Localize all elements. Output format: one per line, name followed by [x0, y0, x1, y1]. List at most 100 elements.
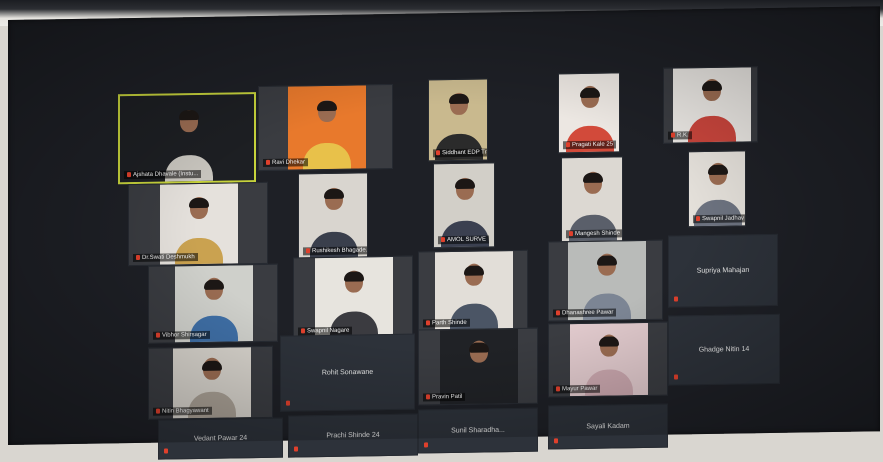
mic-muted-icon — [556, 310, 560, 316]
participant-hair — [701, 81, 722, 92]
participant-name-text: Ravi Dhekar — [272, 159, 306, 166]
participant-name: Dhanashree Pawar — [553, 308, 617, 318]
participant-tile[interactable]: Swapnil Nagare — [293, 255, 413, 340]
participant-tile[interactable]: Prachi Shinde 24 — [288, 413, 418, 458]
participant-hair — [204, 279, 224, 290]
participant-tile[interactable]: Rushikesh Bhagade... — [298, 172, 368, 260]
participant-tile[interactable]: Dr.Swati Deshmukh — [128, 181, 268, 267]
participant-hair — [583, 172, 603, 183]
participant-name-text: Swapnil Nagare — [307, 327, 350, 335]
mic-muted-icon — [674, 296, 678, 302]
participant-hair — [324, 188, 344, 200]
participant-name-text: Pravin Patil — [432, 393, 463, 401]
participant-tile[interactable]: Mayur Pawar — [548, 321, 668, 398]
participant-name: AMOL SURVE — [438, 235, 490, 245]
participant-name-text: Nitin Bhagyawant — [162, 407, 209, 415]
mic-muted-icon — [674, 374, 678, 380]
participant-hair — [599, 336, 619, 347]
participant-name: Sunil Sharadha... — [451, 426, 505, 435]
participant-name-text: Siddhant EDP Trainin... — [442, 149, 488, 157]
mic-muted-icon — [554, 438, 558, 444]
participant-name: Vibhor Shirsagar — [153, 330, 210, 340]
mic-muted-icon — [426, 320, 430, 326]
participant-tile[interactable]: Pravin Patil — [418, 327, 538, 406]
participant-hair — [189, 198, 209, 209]
participant-name: Rohit Sonawane — [321, 368, 374, 377]
mic-muted-icon — [286, 400, 290, 406]
participant-name-text: AMOL SURVE — [447, 236, 487, 244]
participant-tile[interactable]: Vedant Pawar 24 — [158, 417, 283, 460]
participant-tile[interactable]: Vibhor Shirsagar — [148, 263, 278, 344]
mic-muted-icon — [436, 150, 440, 156]
participant-tile[interactable]: Siddhant EDP Trainin... — [428, 78, 488, 162]
participant-name: R.K. — [668, 131, 692, 140]
participant-tile[interactable]: Sunil Sharadha... — [418, 407, 538, 454]
participant-tile[interactable]: R.K. — [663, 66, 758, 144]
participant-name: Nitin Bhagyawant — [153, 406, 212, 416]
participant-tile[interactable]: Parth Shinde — [418, 249, 528, 332]
participant-name: Siddhant EDP Trainin... — [433, 148, 488, 158]
participant-name-text: Rushikesh Bhagade... — [312, 247, 368, 255]
mic-muted-icon — [164, 448, 168, 454]
participant-tile[interactable]: Rohit Sonawane — [280, 333, 415, 412]
participant-name-text: Swapnil Jadhav — [702, 215, 745, 223]
participant-tile[interactable]: Swapnil Jadhav — [688, 150, 746, 228]
participant-hair — [179, 110, 199, 121]
participant-tile[interactable]: Dhanashree Pawar — [548, 239, 663, 322]
participant-video — [287, 85, 366, 170]
participant-hair — [344, 271, 364, 283]
mic-muted-icon — [566, 142, 570, 148]
participant-name: Vedant Pawar 24 — [193, 434, 248, 443]
mic-muted-icon — [156, 408, 160, 414]
participant-tile[interactable]: Ghadge Nitin 14 — [668, 313, 780, 386]
mic-muted-icon — [156, 332, 160, 338]
participant-name: Swapnil Jadhav — [693, 214, 746, 224]
participant-name-text: Dhanashree Pawar — [562, 309, 614, 317]
participant-name: Dr.Swati Deshmukh — [133, 252, 198, 263]
participant-name-text: Dr.Swati Deshmukh — [142, 254, 195, 261]
participant-tile[interactable]: Mangesh Shinde — [561, 156, 623, 243]
mic-muted-icon — [127, 171, 131, 178]
participant-name: Pravin Patil — [423, 392, 466, 402]
participant-tile[interactable]: Pragati Kale 25 — [558, 72, 620, 154]
participant-tile[interactable]: Nitin Bhagyawant — [148, 345, 273, 420]
participant-name: Pragati Kale 25 — [563, 140, 617, 150]
participant-name: Ghadge Nitin 14 — [698, 345, 750, 354]
participant-name-text: Parth Shinde — [432, 319, 467, 327]
participant-name-text: Pragati Kale 25 — [572, 141, 614, 149]
participant-name: Mangesh Shinde — [566, 229, 623, 239]
mic-muted-icon — [696, 216, 700, 222]
mic-muted-icon — [426, 394, 430, 400]
participant-tile[interactable]: Sayali Kadam — [548, 403, 668, 450]
mic-muted-icon — [556, 386, 560, 392]
mic-muted-icon — [306, 248, 310, 254]
participant-body — [687, 115, 736, 143]
participant-name-text: Vibhor Shirsagar — [162, 331, 207, 339]
participant-name-text: Mayur Pawar — [562, 385, 598, 393]
participant-name-text: Ajshata Dhavale (Instu... — [133, 171, 199, 179]
mic-muted-icon — [569, 231, 573, 237]
participant-tile[interactable]: AMOL SURVE — [433, 162, 495, 249]
participant-name: Sayali Kadam — [586, 422, 630, 431]
participant-hair — [455, 178, 475, 189]
participant-hair — [464, 265, 484, 276]
participant-tile[interactable]: Supriya Mahajan — [668, 233, 778, 308]
participant-hair — [469, 342, 489, 354]
participant-tile[interactable]: Ravi Dhekar — [258, 83, 393, 172]
participant-body — [302, 142, 351, 170]
mic-muted-icon — [266, 159, 270, 165]
participant-name: Rushikesh Bhagade... — [303, 246, 368, 256]
participant-hair — [201, 360, 222, 371]
participant-name: Supriya Mahajan — [696, 266, 750, 275]
participant-name: Mayur Pawar — [553, 384, 601, 394]
participant-hair — [708, 165, 728, 176]
mic-muted-icon — [136, 254, 140, 260]
participant-name: Prachi Shinde 24 — [326, 431, 380, 440]
participant-hair — [580, 87, 600, 99]
participant-hair — [316, 100, 337, 112]
mic-muted-icon — [301, 328, 305, 334]
video-gallery-screen: Ajshata Dhavale (Instu... Ravi Dhekar Sidd… — [8, 6, 880, 460]
mic-muted-icon — [441, 237, 445, 243]
participant-hair — [596, 255, 617, 266]
participant-tile[interactable]: Ajshata Dhavale (Instu... — [118, 92, 256, 185]
